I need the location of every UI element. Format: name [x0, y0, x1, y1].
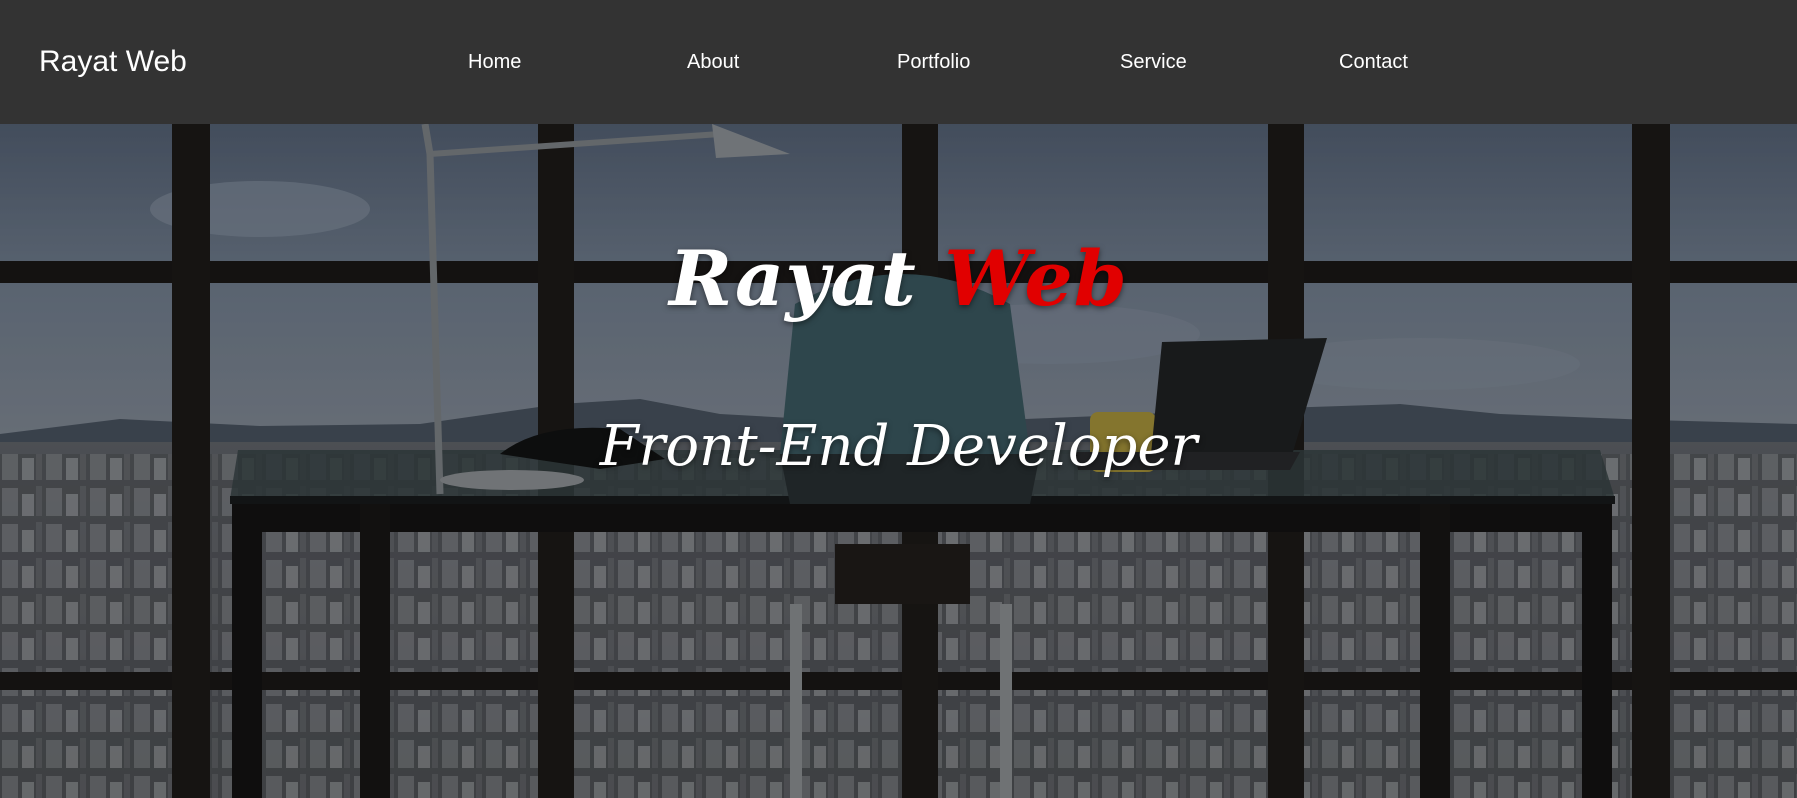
- nav-link-home[interactable]: Home: [468, 51, 521, 73]
- navbar: Rayat Web Home About Portfolio Service C…: [0, 0, 1797, 124]
- nav-link-contact[interactable]: Contact: [1339, 51, 1408, 73]
- hero-title-part1: Rayat: [669, 234, 917, 323]
- hero-title-accent: Web: [944, 234, 1128, 323]
- hero-title: Rayat Web: [0, 234, 1797, 324]
- nav-link-about[interactable]: About: [687, 51, 739, 73]
- hero-section: Rayat Web Front-End Developer: [0, 124, 1797, 798]
- hero-subtitle: Front-End Developer: [599, 414, 1198, 479]
- nav-link-portfolio[interactable]: Portfolio: [897, 51, 970, 73]
- nav-link-service[interactable]: Service: [1120, 51, 1187, 73]
- brand-logo[interactable]: Rayat Web: [39, 44, 187, 80]
